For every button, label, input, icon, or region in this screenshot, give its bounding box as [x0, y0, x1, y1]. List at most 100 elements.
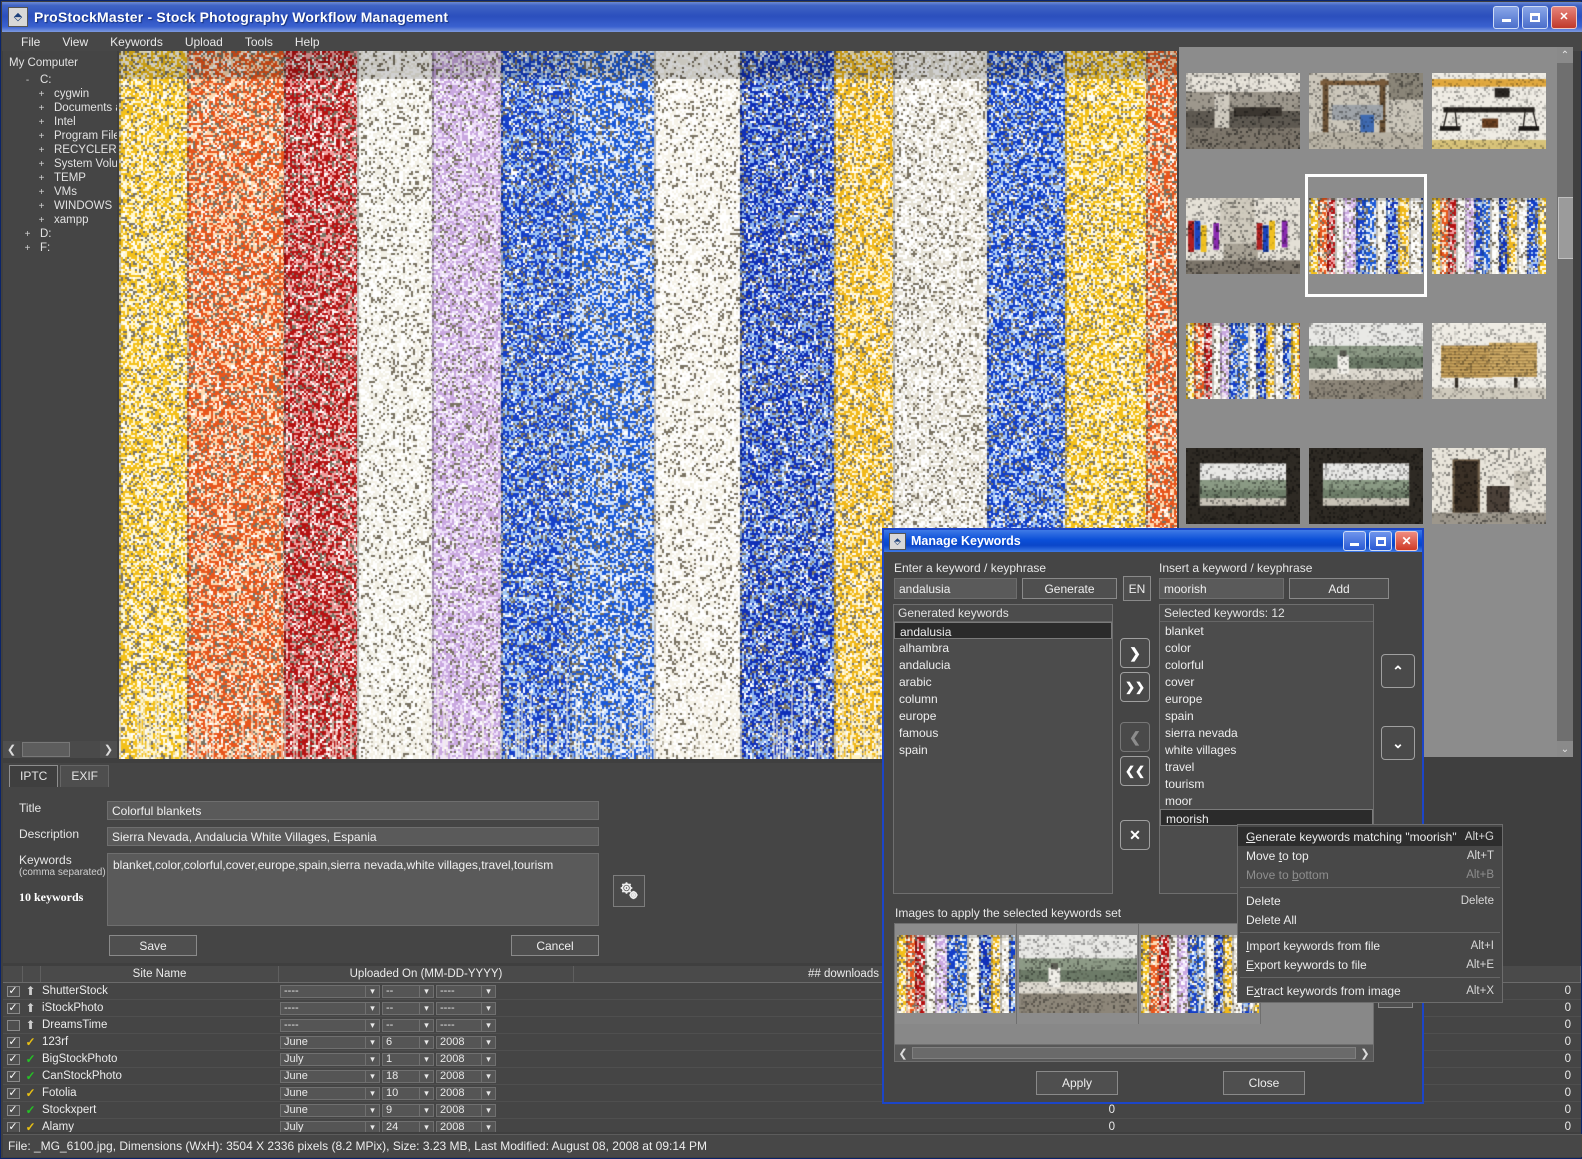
- row-checkbox[interactable]: ✓: [7, 1037, 20, 1048]
- move-down-button[interactable]: ⌄: [1381, 726, 1415, 760]
- strip-scroll-right-button[interactable]: ❯: [1357, 1047, 1373, 1060]
- title-input[interactable]: [107, 801, 599, 820]
- menu-file[interactable]: File: [10, 33, 51, 51]
- tree-node[interactable]: +Intel: [3, 115, 117, 129]
- chevron-down-icon[interactable]: ▾: [481, 1122, 495, 1133]
- tree-node[interactable]: +System Volum: [3, 157, 117, 171]
- selected-keyword-item[interactable]: europe: [1160, 690, 1373, 707]
- tree-expand-icon[interactable]: +: [37, 189, 46, 198]
- save-button[interactable]: Save: [109, 935, 197, 956]
- context-menu-item[interactable]: Import keywords from fileAlt+I: [1238, 936, 1502, 955]
- chevron-down-icon[interactable]: ▾: [419, 1105, 433, 1116]
- chevron-down-icon[interactable]: ▾: [481, 1071, 495, 1082]
- context-menu-item[interactable]: Extract keywords from imageAlt+X: [1238, 981, 1502, 1000]
- move-up-button[interactable]: ⌃: [1381, 654, 1415, 688]
- month-select[interactable]: June▾: [280, 1104, 380, 1117]
- thumbnail-mountain-chimney[interactable]: [1305, 299, 1427, 422]
- selected-keyword-item[interactable]: sierra nevada: [1160, 724, 1373, 741]
- chevron-down-icon[interactable]: ▾: [419, 1054, 433, 1065]
- tree-expand-icon[interactable]: +: [37, 175, 46, 184]
- generated-keyword-item[interactable]: spain: [894, 741, 1112, 758]
- keywords-textarea[interactable]: [107, 853, 599, 926]
- context-menu-item[interactable]: Delete All: [1238, 910, 1502, 929]
- description-input[interactable]: [107, 827, 599, 846]
- year-select[interactable]: 2008▾: [436, 1087, 496, 1100]
- tree-node[interactable]: +F:: [3, 241, 117, 255]
- day-select[interactable]: --▾: [382, 1002, 434, 1015]
- month-select[interactable]: June▾: [280, 1036, 380, 1049]
- move-right-one[interactable]: ❯: [1120, 638, 1150, 668]
- selected-keyword-item[interactable]: colorful: [1160, 656, 1373, 673]
- language-button[interactable]: EN: [1123, 576, 1151, 601]
- chevron-down-icon[interactable]: ▾: [419, 1037, 433, 1048]
- month-select[interactable]: ----▾: [280, 1019, 380, 1032]
- chevron-down-icon[interactable]: ▾: [481, 1054, 495, 1065]
- folder-tree[interactable]: My Computer -C:+cygwin+Documents ar+Inte…: [3, 51, 117, 741]
- strip-scroll-track[interactable]: [912, 1047, 1356, 1059]
- tree-expand-icon[interactable]: +: [37, 105, 46, 114]
- context-menu-item[interactable]: Move to topAlt+T: [1238, 846, 1502, 865]
- chevron-down-icon[interactable]: ▾: [419, 1088, 433, 1099]
- tree-expand-icon[interactable]: +: [23, 231, 32, 240]
- minimize-button[interactable]: [1493, 6, 1519, 29]
- tree-expand-icon[interactable]: +: [37, 217, 46, 226]
- tree-expand-icon[interactable]: +: [37, 119, 46, 128]
- strip-thumbnail-blankets[interactable]: [895, 924, 1017, 1024]
- tree-node[interactable]: +D:: [3, 227, 117, 241]
- tree-scroll-left-button[interactable]: ❮: [3, 741, 20, 758]
- tree-node[interactable]: +VMs: [3, 185, 117, 199]
- keyword-context-menu[interactable]: Generate keywords matching "moorish"Alt+…: [1237, 824, 1503, 1003]
- year-select[interactable]: ----▾: [436, 1019, 496, 1032]
- generated-keyword-item[interactable]: andalucia: [894, 656, 1112, 673]
- tab-exif[interactable]: EXIF: [60, 765, 109, 787]
- chevron-down-icon[interactable]: ▾: [419, 1071, 433, 1082]
- chevron-down-icon[interactable]: ▾: [365, 1020, 379, 1031]
- thumbnail-wicker-baskets[interactable]: [1428, 299, 1550, 422]
- cancel-button[interactable]: Cancel: [511, 935, 599, 956]
- selected-keyword-item[interactable]: moor: [1160, 792, 1373, 809]
- tree-collapse-icon[interactable]: -: [23, 77, 32, 86]
- tree-node[interactable]: +WINDOWS: [3, 199, 117, 213]
- row-checkbox[interactable]: ✓: [7, 1071, 20, 1082]
- clear-all[interactable]: ✕: [1120, 820, 1150, 850]
- chevron-down-icon[interactable]: ▾: [365, 1122, 379, 1133]
- enter-keyword-input[interactable]: [894, 578, 1017, 599]
- month-select[interactable]: June▾: [280, 1087, 380, 1100]
- selected-keyword-item[interactable]: blanket: [1160, 622, 1373, 639]
- close-button[interactable]: ✕: [1551, 6, 1577, 29]
- generated-keyword-item[interactable]: column: [894, 690, 1112, 707]
- thumbnail-village-street-rugs[interactable]: [1182, 174, 1304, 297]
- day-select[interactable]: 1▾: [382, 1053, 434, 1066]
- chevron-down-icon[interactable]: ▾: [481, 1003, 495, 1014]
- row-checkbox[interactable]: ✓: [7, 1054, 20, 1065]
- chevron-down-icon[interactable]: ▾: [419, 1020, 433, 1031]
- selected-keyword-item[interactable]: tourism: [1160, 775, 1373, 792]
- tree-expand-icon[interactable]: +: [37, 161, 46, 170]
- context-menu-item[interactable]: DeleteDelete: [1238, 891, 1502, 910]
- selected-keyword-item[interactable]: color: [1160, 639, 1373, 656]
- thumbnail-blankets-hanging-3[interactable]: [1182, 299, 1304, 422]
- row-checkbox[interactable]: [7, 1020, 20, 1031]
- selected-keyword-item[interactable]: spain: [1160, 707, 1373, 724]
- year-select[interactable]: 2008▾: [436, 1053, 496, 1066]
- day-select[interactable]: --▾: [382, 1019, 434, 1032]
- day-select[interactable]: 6▾: [382, 1036, 434, 1049]
- selected-keyword-item[interactable]: travel: [1160, 758, 1373, 775]
- chevron-down-icon[interactable]: ▾: [481, 1088, 495, 1099]
- dialog-close-button[interactable]: ✕: [1395, 531, 1418, 551]
- chevron-down-icon[interactable]: ▾: [419, 986, 433, 997]
- tab-iptc[interactable]: IPTC: [9, 765, 58, 787]
- generate-button[interactable]: Generate: [1022, 578, 1117, 599]
- year-select[interactable]: ----▾: [436, 985, 496, 998]
- insert-keyword-input[interactable]: [1159, 578, 1284, 599]
- year-select[interactable]: ----▾: [436, 1002, 496, 1015]
- day-select[interactable]: 10▾: [382, 1087, 434, 1100]
- dialog-minimize-button[interactable]: [1343, 531, 1366, 551]
- move-left-all[interactable]: ❮❮: [1120, 756, 1150, 786]
- thumbnail-weaving-loom[interactable]: [1305, 49, 1427, 172]
- move-right-all[interactable]: ❯❯: [1120, 672, 1150, 702]
- month-select[interactable]: June▾: [280, 1070, 380, 1083]
- thumbnail-scrollbar[interactable]: ⌃ ⌄: [1557, 47, 1573, 757]
- context-menu-item[interactable]: Export keywords to fileAlt+E: [1238, 955, 1502, 974]
- table-row[interactable]: ✓✓AlamyJuly▾24▾2008▾00: [3, 1119, 1581, 1132]
